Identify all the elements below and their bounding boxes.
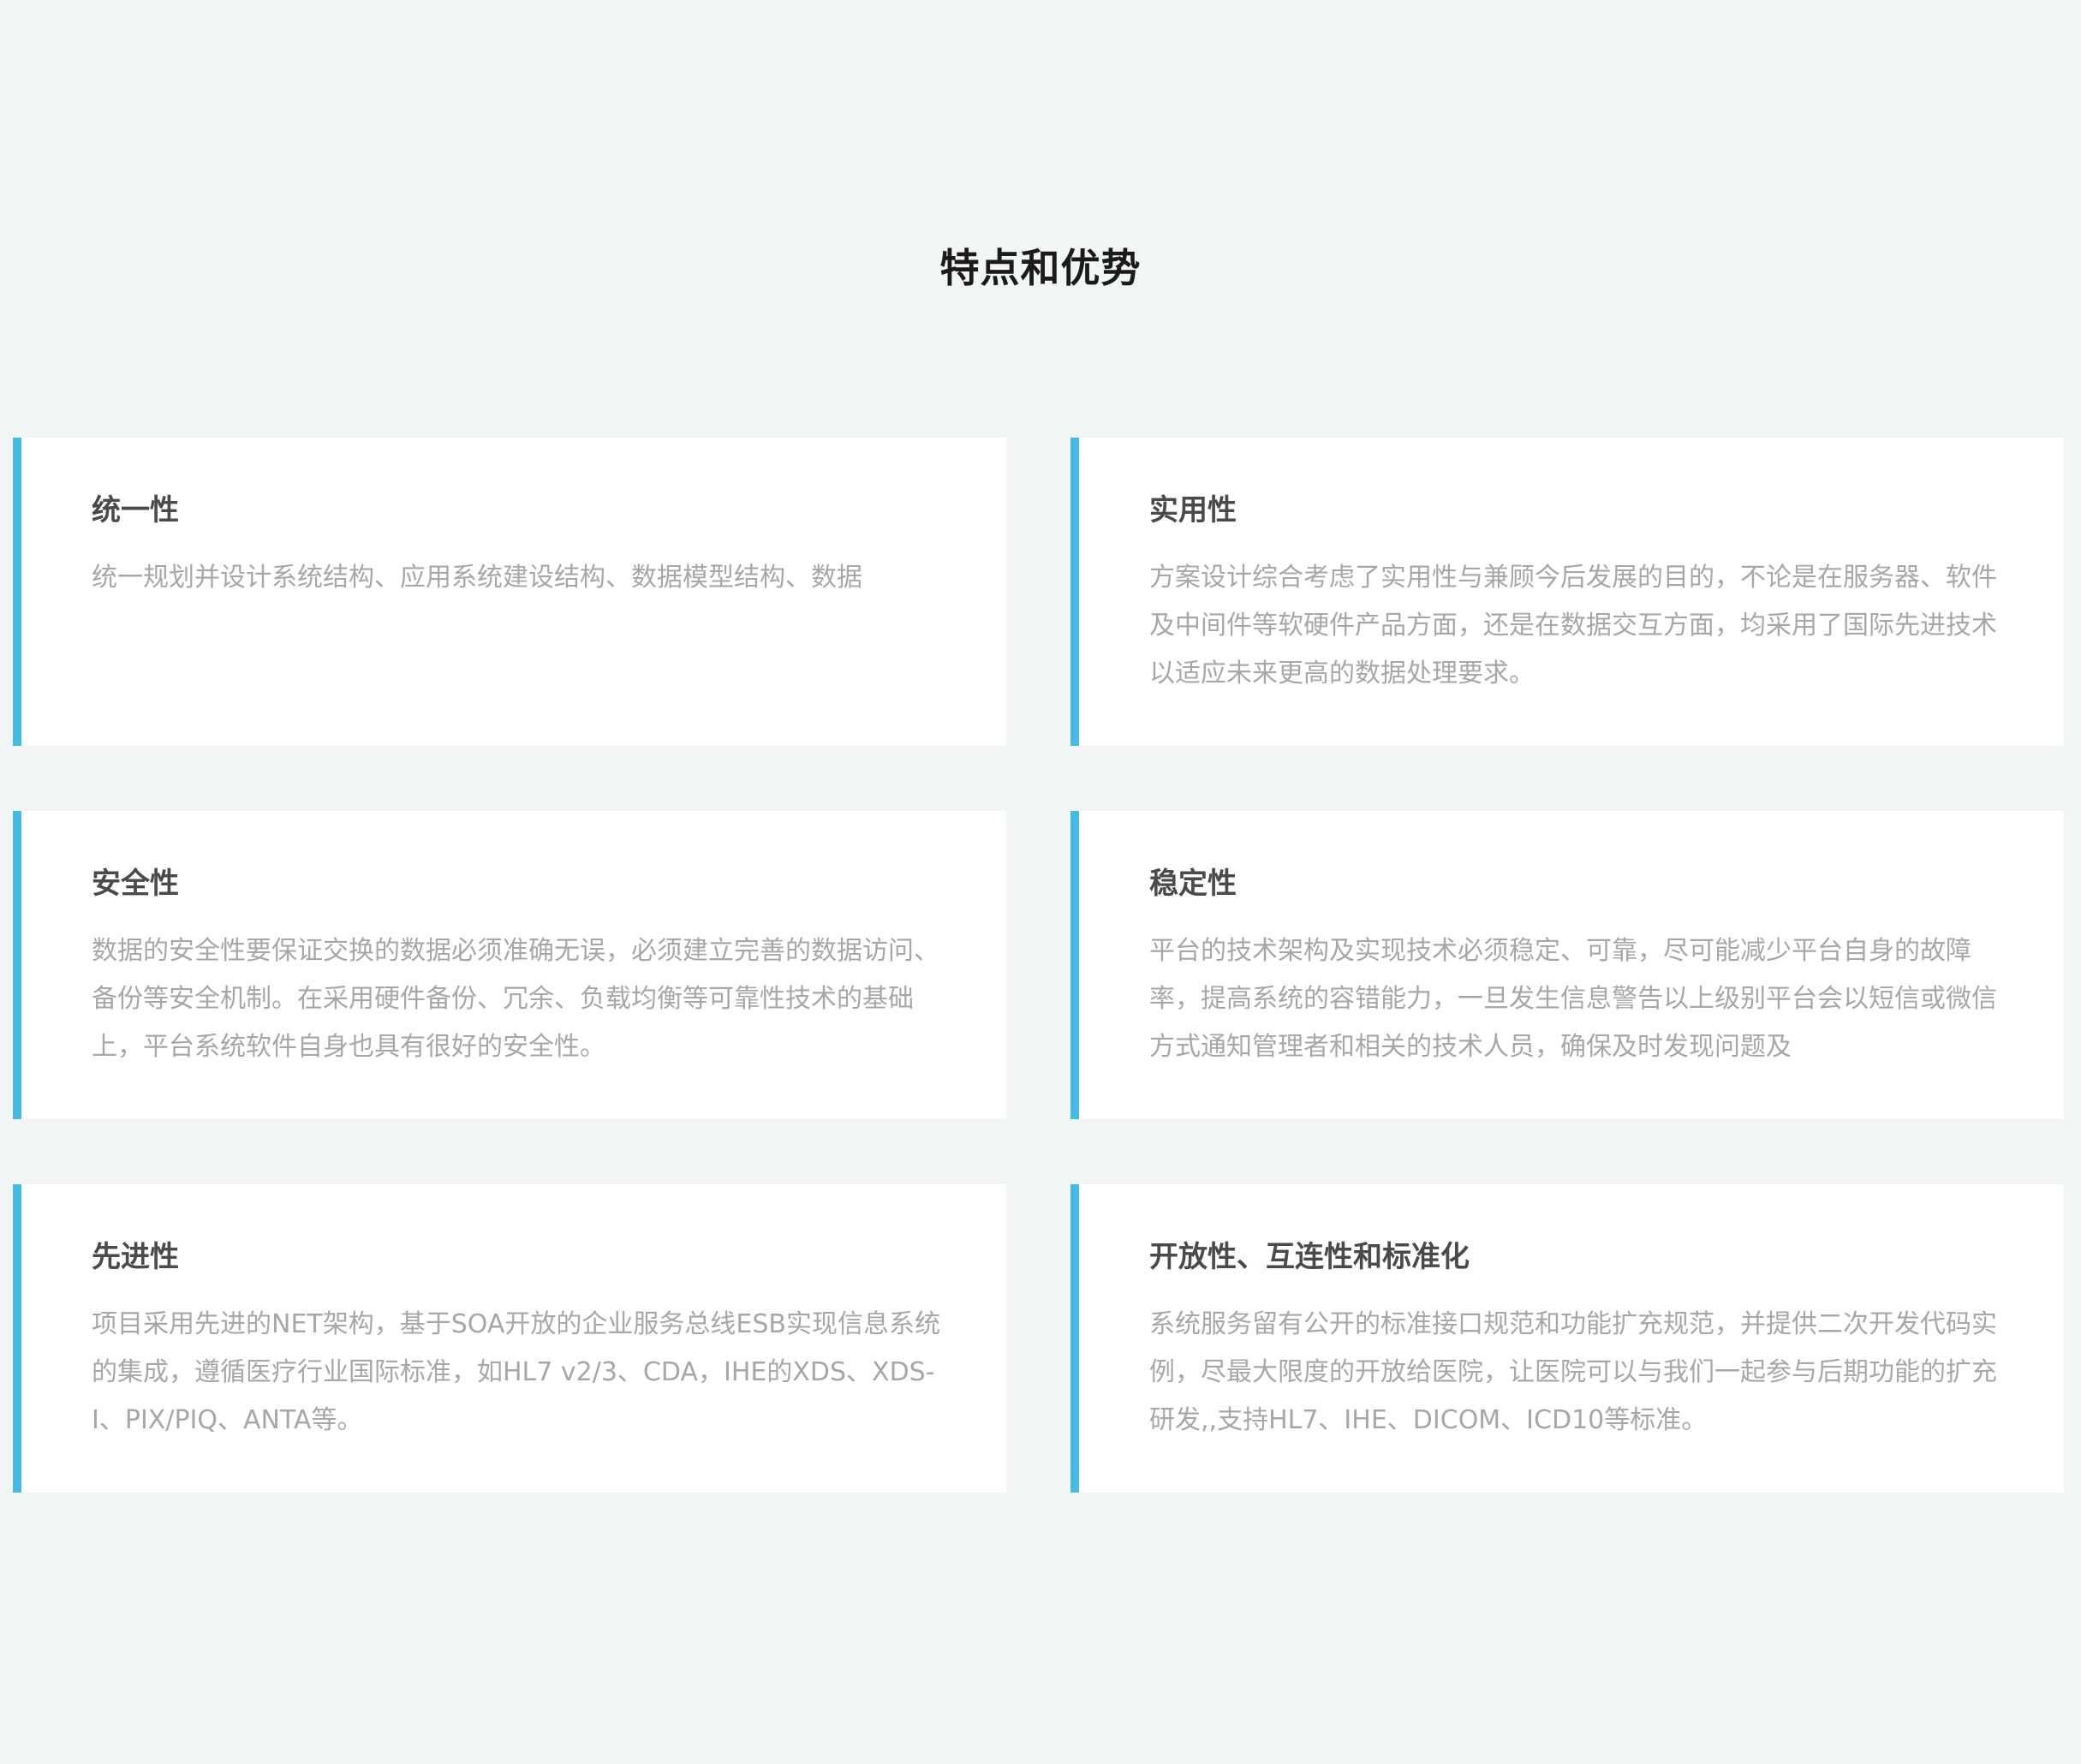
feature-card-text: 统一规划并设计系统结构、应用系统建设结构、数据模型结构、数据	[92, 563, 862, 593]
feature-card-title: 先进性	[92, 1240, 179, 1274]
feature-card-security: 安全性 数据的安全性要保证交换的数据必须准确无误，必须建立完善的数据访问、备份等…	[13, 811, 1006, 1119]
feature-card-title: 稳定性	[1149, 867, 1237, 901]
feature-card-title: 安全性	[92, 867, 179, 901]
feature-card-practicality: 实用性 方案设计综合考虑了实用性与兼顾今后发展的目的，不论是在服务器、软件及中间…	[1070, 438, 2064, 746]
feature-card-unity: 统一性 统一规划并设计系统结构、应用系统建设结构、数据模型结构、数据	[13, 438, 1006, 746]
feature-card-title: 统一性	[92, 493, 179, 527]
section-title: 特点和优势	[939, 245, 1142, 291]
feature-card-text: 数据的安全性要保证交换的数据必须准确无误，必须建立完善的数据访问、备份等安全机制…	[92, 936, 939, 1062]
feature-card-advanced: 先进性 项目采用先进的NET架构，基于SOA开放的企业服务总线ESB实现信息系统…	[13, 1184, 1006, 1493]
feature-card-stability: 稳定性 平台的技术架构及实现技术必须稳定、可靠，尽可能减少平台自身的故障率，提高…	[1070, 811, 2064, 1119]
feature-card-text: 方案设计综合考虑了实用性与兼顾今后发展的目的，不论是在服务器、软件及中间件等软硬…	[1149, 563, 1997, 688]
feature-card-text: 项目采用先进的NET架构，基于SOA开放的企业服务总线ESB实现信息系统的集成，…	[92, 1309, 940, 1435]
feature-card-openness: 开放性、互连性和标准化 系统服务留有公开的标准接口规范和功能扩充规范，并提供二次…	[1070, 1184, 2064, 1493]
feature-card-text: 平台的技术架构及实现技术必须稳定、可靠，尽可能减少平台自身的故障率，提高系统的容…	[1149, 936, 1997, 1062]
feature-card-title: 实用性	[1149, 493, 1237, 527]
feature-card-title: 开放性、互连性和标准化	[1149, 1240, 1470, 1274]
feature-card-text: 系统服务留有公开的标准接口规范和功能扩充规范，并提供二次开发代码实例，尽最大限度…	[1149, 1309, 1997, 1435]
